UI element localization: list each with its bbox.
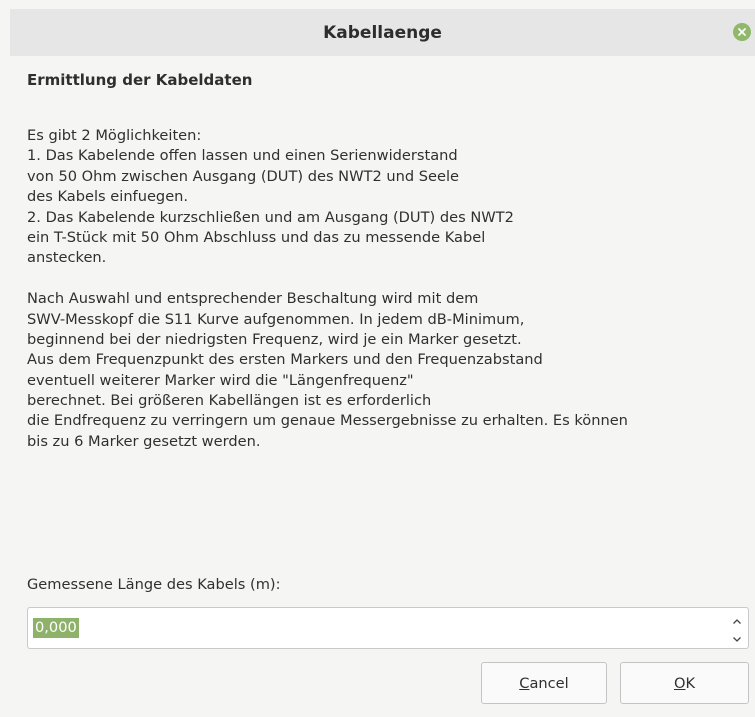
description-line: Es gibt 2 Möglichkeiten: xyxy=(27,127,202,144)
title-bar[interactable]: Kabellaenge xyxy=(10,9,755,56)
description-line: berechnet. Bei größeren Kabellängen ist … xyxy=(27,392,432,410)
description-line: 2. Das Kabelende kurzschließen und am Au… xyxy=(27,208,514,226)
description-text: Es gibt 2 Möglichkeiten: 1. Das Kabelend… xyxy=(27,126,752,452)
description-line: bis zu 6 Marker gesetzt werden. xyxy=(27,432,261,450)
cancel-button[interactable]: Cancel xyxy=(481,662,607,704)
spin-down-button[interactable] xyxy=(730,629,744,645)
section-heading: Ermittlung der Kabeldaten xyxy=(27,71,253,89)
description-line xyxy=(27,269,752,289)
ok-mnemonic: O xyxy=(673,674,686,692)
dialog-body: Ermittlung der Kabeldaten Es gibt 2 Mögl… xyxy=(10,56,755,717)
description-line: Nach Auswahl und entsprechender Beschalt… xyxy=(27,290,479,308)
spin-up-button[interactable] xyxy=(730,611,744,627)
description-line: beginnend bei der niedrigsten Frequenz, … xyxy=(27,330,522,348)
description-line: 1. Das Kabelende offen lassen und einen … xyxy=(27,147,458,165)
description-line: anstecken. xyxy=(27,249,107,267)
cancel-mnemonic: C xyxy=(519,674,530,692)
description-line: des Kabels einfuegen. xyxy=(27,188,189,206)
cable-length-input[interactable]: 0,000 xyxy=(33,618,79,638)
dialog-window: Kabellaenge Ermittlung der Kabeldaten Es… xyxy=(0,0,755,717)
cable-length-spinbox[interactable]: 0,000 xyxy=(27,607,749,649)
cable-length-label: Gemessene Länge des Kabels (m): xyxy=(27,576,281,593)
description-line: ein T-Stück mit 50 Ohm Abschluss und das… xyxy=(27,228,486,246)
chevron-down-icon xyxy=(732,628,742,647)
cancel-label: ancel xyxy=(529,674,569,692)
chevron-up-icon xyxy=(732,610,742,629)
description-line: Aus dem Frequenzpunkt des ersten Markers… xyxy=(27,351,543,369)
close-button[interactable] xyxy=(733,23,751,41)
description-line: SWV-Messkopf die S11 Kurve aufgenommen. … xyxy=(27,310,525,328)
description-line: die Endfrequenz zu verringern um genaue … xyxy=(27,412,628,430)
close-icon xyxy=(737,27,747,37)
description-line: eventuell weiterer Marker wird die "Läng… xyxy=(27,371,414,389)
description-line: von 50 Ohm zwischen Ausgang (DUT) des NW… xyxy=(27,167,460,185)
window-title: Kabellaenge xyxy=(323,22,442,43)
ok-button[interactable]: OK xyxy=(620,662,749,704)
ok-label: K xyxy=(685,674,696,692)
